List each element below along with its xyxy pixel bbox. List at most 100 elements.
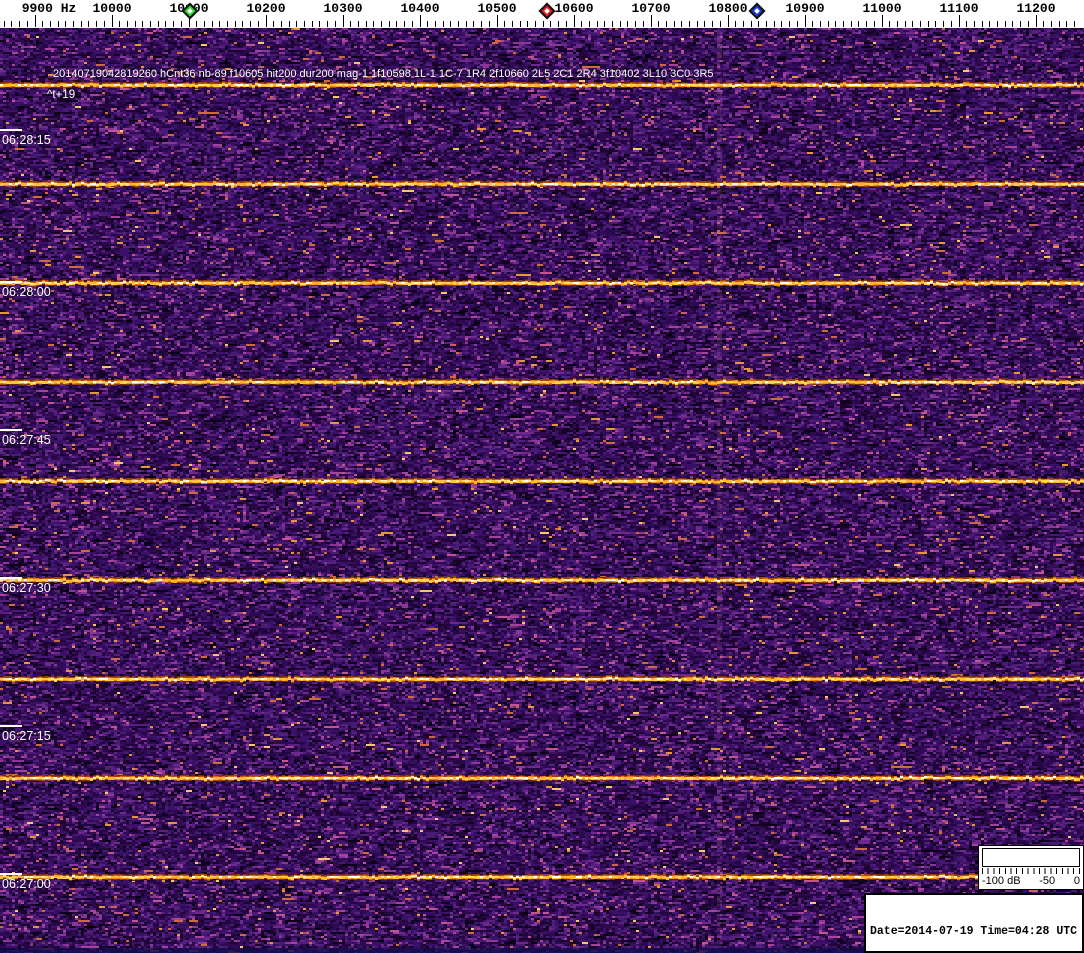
axis-minor-tick bbox=[681, 21, 683, 27]
detection-readout-text: 20140719042819260 hCnt36 nb-89 f10605 hi… bbox=[53, 68, 714, 80]
axis-minor-tick bbox=[735, 21, 737, 27]
axis-minor-tick bbox=[827, 21, 829, 27]
axis-minor-tick bbox=[1012, 21, 1014, 27]
axis-minor-tick bbox=[858, 21, 860, 27]
axis-minor-tick bbox=[396, 21, 398, 27]
axis-minor-tick bbox=[558, 21, 560, 27]
axis-major-tick bbox=[1035, 15, 1037, 27]
axis-major-tick bbox=[573, 15, 575, 27]
axis-minor-tick bbox=[442, 21, 444, 27]
time-axis-label: 06:27:30 bbox=[2, 581, 51, 595]
axis-minor-tick bbox=[173, 21, 175, 27]
axis-minor-tick bbox=[1058, 21, 1060, 27]
marker-red-center bbox=[544, 8, 550, 14]
axis-minor-tick bbox=[388, 21, 390, 27]
axis-minor-tick bbox=[350, 21, 352, 27]
axis-major-tick bbox=[265, 15, 267, 27]
axis-minor-tick bbox=[912, 21, 914, 27]
colorbar-legend: -100 dB -50 0 bbox=[978, 845, 1084, 890]
axis-minor-tick bbox=[904, 21, 906, 27]
axis-minor-tick bbox=[488, 21, 490, 27]
axis-frequency-label: 11100 bbox=[939, 1, 979, 16]
axis-minor-tick bbox=[1050, 21, 1052, 27]
time-axis-tick bbox=[0, 725, 22, 727]
axis-major-tick bbox=[34, 15, 36, 27]
axis-minor-tick bbox=[227, 21, 228, 27]
axis-minor-tick bbox=[88, 21, 90, 27]
axis-minor-tick bbox=[889, 21, 891, 27]
axis-minor-tick bbox=[73, 21, 74, 27]
axis-minor-tick bbox=[542, 21, 544, 27]
axis-minor-tick bbox=[850, 21, 852, 27]
axis-minor-tick bbox=[196, 21, 198, 27]
axis-minor-tick bbox=[627, 21, 629, 27]
axis-minor-tick bbox=[873, 21, 875, 27]
time-axis-label: 06:27:15 bbox=[2, 729, 51, 743]
axis-major-tick bbox=[727, 15, 729, 27]
axis-minor-tick bbox=[758, 21, 760, 27]
axis-minor-tick bbox=[11, 21, 13, 27]
cursor-time-offset-text: ^t+19 bbox=[47, 89, 76, 101]
axis-minor-tick bbox=[742, 21, 744, 27]
time-axis-tick bbox=[0, 281, 22, 283]
axis-minor-tick bbox=[42, 21, 44, 27]
axis-minor-tick bbox=[288, 21, 290, 27]
axis-minor-tick bbox=[550, 21, 552, 27]
axis-frequency-label: 10800 bbox=[708, 1, 748, 16]
time-axis-label: 06:28:15 bbox=[2, 133, 51, 147]
axis-minor-tick bbox=[458, 21, 459, 27]
axis-major-tick bbox=[419, 15, 421, 27]
axis-minor-tick bbox=[750, 21, 752, 27]
axis-minor-tick bbox=[619, 21, 621, 27]
axis-minor-tick bbox=[966, 21, 968, 27]
marker-blue[interactable] bbox=[748, 2, 766, 20]
axis-minor-tick bbox=[766, 21, 767, 27]
axis-minor-tick bbox=[719, 21, 721, 27]
axis-minor-tick bbox=[504, 21, 506, 27]
axis-frequency-label: 10300 bbox=[323, 1, 363, 16]
axis-minor-tick bbox=[927, 21, 929, 27]
axis-minor-tick bbox=[1066, 21, 1068, 27]
axis-minor-tick bbox=[273, 21, 275, 27]
observation-info-box: Date=2014-07-19 Time=04:28 UTC Freq=143 … bbox=[864, 893, 1084, 953]
info-date-time: Date=2014-07-19 Time=04:28 UTC bbox=[870, 924, 1078, 938]
axis-minor-tick bbox=[203, 21, 205, 27]
axis-minor-tick bbox=[57, 21, 59, 27]
colorbar-max-label: 0 bbox=[1073, 875, 1080, 887]
axis-minor-tick bbox=[242, 21, 244, 27]
axis-minor-tick bbox=[19, 21, 21, 27]
axis-minor-tick bbox=[465, 21, 467, 27]
axis-minor-tick bbox=[581, 21, 583, 27]
time-axis-tick bbox=[0, 129, 22, 131]
axis-minor-tick bbox=[843, 21, 844, 27]
spectrogram-window: 9900 Hz100001010010200103001040010500106… bbox=[0, 0, 1084, 953]
axis-minor-tick bbox=[796, 21, 798, 27]
axis-minor-tick bbox=[327, 21, 329, 27]
axis-minor-tick bbox=[689, 21, 690, 27]
axis-minor-tick bbox=[1020, 21, 1022, 27]
axis-minor-tick bbox=[866, 21, 868, 27]
axis-minor-tick bbox=[781, 21, 783, 27]
axis-frequency-label: 11000 bbox=[862, 1, 902, 16]
axis-minor-tick bbox=[219, 21, 221, 27]
axis-minor-tick bbox=[812, 21, 814, 27]
marker-red[interactable] bbox=[538, 2, 556, 20]
axis-minor-tick bbox=[588, 21, 590, 27]
axis-minor-tick bbox=[635, 21, 637, 27]
axis-minor-tick bbox=[473, 21, 475, 27]
axis-minor-tick bbox=[142, 21, 144, 27]
colorbar-labels: -100 dB -50 0 bbox=[979, 874, 1083, 888]
spectrogram-waterfall-canvas[interactable] bbox=[0, 28, 1084, 953]
axis-minor-tick bbox=[211, 21, 213, 27]
axis-minor-tick bbox=[1074, 21, 1075, 27]
axis-minor-tick bbox=[789, 21, 791, 27]
axis-frequency-label: 10600 bbox=[554, 1, 594, 16]
axis-minor-tick bbox=[296, 21, 298, 27]
axis-minor-tick bbox=[604, 21, 606, 27]
axis-minor-tick bbox=[527, 21, 529, 27]
axis-frequency-label: 10900 bbox=[785, 1, 825, 16]
axis-minor-tick bbox=[673, 21, 675, 27]
axis-minor-tick bbox=[165, 21, 167, 27]
axis-frequency-label: 10500 bbox=[477, 1, 517, 16]
axis-minor-tick bbox=[126, 21, 128, 27]
